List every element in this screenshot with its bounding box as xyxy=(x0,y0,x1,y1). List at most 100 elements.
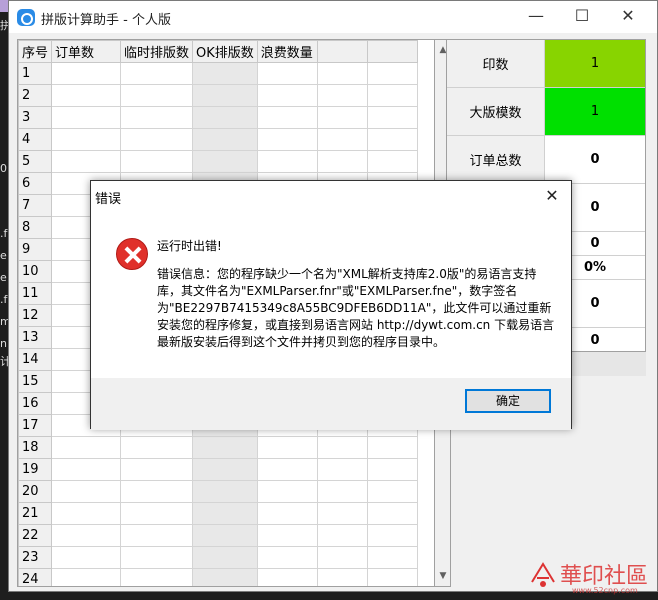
table-cell[interactable] xyxy=(51,150,122,173)
table-cell[interactable] xyxy=(120,524,194,547)
minimize-button[interactable]: — xyxy=(513,1,559,33)
table-cell[interactable] xyxy=(366,84,418,107)
table-row[interactable]: 2 xyxy=(18,84,418,107)
scroll-down-arrow-icon[interactable]: ▼ xyxy=(435,568,451,584)
maximize-button[interactable]: ☐ xyxy=(559,1,605,33)
table-row[interactable]: 1 xyxy=(18,62,418,85)
table-cell[interactable] xyxy=(51,568,122,586)
table-cell[interactable] xyxy=(256,524,318,547)
table-cell[interactable] xyxy=(256,568,318,586)
table-row[interactable]: 24 xyxy=(18,568,418,586)
table-cell[interactable] xyxy=(366,546,418,569)
table-cell[interactable] xyxy=(51,524,122,547)
table-cell[interactable] xyxy=(366,458,418,481)
table-cell[interactable] xyxy=(120,128,194,151)
table-cell[interactable] xyxy=(51,128,122,151)
ok-button[interactable]: 确定 xyxy=(465,389,551,413)
table-cell[interactable] xyxy=(316,458,368,481)
table-cell[interactable] xyxy=(120,436,194,459)
column-header-temp-layout[interactable]: 临时排版数 xyxy=(120,40,194,63)
column-header-empty[interactable] xyxy=(316,40,368,63)
table-cell[interactable] xyxy=(120,62,194,85)
table-cell[interactable] xyxy=(366,480,418,503)
table-cell[interactable] xyxy=(316,480,368,503)
table-cell[interactable] xyxy=(192,568,258,586)
table-cell[interactable] xyxy=(366,62,418,85)
table-cell[interactable] xyxy=(316,150,368,173)
table-cell[interactable] xyxy=(366,150,418,173)
table-cell[interactable] xyxy=(316,436,368,459)
table-cell[interactable] xyxy=(256,436,318,459)
table-cell[interactable] xyxy=(316,128,368,151)
table-row[interactable]: 23 xyxy=(18,546,418,569)
table-cell[interactable] xyxy=(256,480,318,503)
column-header-waste[interactable]: 浪费数量 xyxy=(256,40,318,63)
table-cell[interactable] xyxy=(256,150,318,173)
table-cell[interactable] xyxy=(192,546,258,569)
table-cell[interactable] xyxy=(51,106,122,129)
table-cell[interactable] xyxy=(256,128,318,151)
table-cell[interactable] xyxy=(256,106,318,129)
table-cell[interactable] xyxy=(51,546,122,569)
table-row[interactable]: 20 xyxy=(18,480,418,503)
table-cell[interactable] xyxy=(192,458,258,481)
table-cell[interactable] xyxy=(120,502,194,525)
table-cell[interactable] xyxy=(192,128,258,151)
table-row[interactable]: 4 xyxy=(18,128,418,151)
table-cell[interactable] xyxy=(51,62,122,85)
column-header-index[interactable]: 序号 xyxy=(18,40,53,63)
stat-value-print-count[interactable]: 1 xyxy=(545,40,645,87)
title-bar[interactable]: 拼版计算助手 - 个人版 — ☐ ✕ xyxy=(9,1,657,33)
table-cell[interactable] xyxy=(192,84,258,107)
table-cell[interactable] xyxy=(51,436,122,459)
table-row[interactable]: 19 xyxy=(18,458,418,481)
table-cell[interactable] xyxy=(120,546,194,569)
table-cell[interactable] xyxy=(51,458,122,481)
column-header-ok-layout[interactable]: OK排版数 xyxy=(192,40,258,63)
close-button[interactable]: ✕ xyxy=(605,1,651,33)
table-row[interactable]: 5 xyxy=(18,150,418,173)
table-cell[interactable] xyxy=(366,502,418,525)
table-cell[interactable] xyxy=(51,84,122,107)
table-row[interactable]: 18 xyxy=(18,436,418,459)
table-cell[interactable] xyxy=(256,62,318,85)
table-cell[interactable] xyxy=(256,502,318,525)
table-cell[interactable] xyxy=(256,546,318,569)
stat-value-sheet-count[interactable]: 1 xyxy=(545,88,645,135)
table-cell[interactable] xyxy=(120,150,194,173)
table-cell[interactable] xyxy=(316,84,368,107)
table-cell[interactable] xyxy=(120,480,194,503)
table-cell[interactable] xyxy=(256,458,318,481)
column-header-empty[interactable] xyxy=(366,40,418,63)
table-cell[interactable] xyxy=(316,524,368,547)
table-cell[interactable] xyxy=(51,480,122,503)
table-row[interactable]: 3 xyxy=(18,106,418,129)
table-cell[interactable] xyxy=(192,62,258,85)
table-cell[interactable] xyxy=(366,568,418,586)
table-cell[interactable] xyxy=(120,84,194,107)
table-cell[interactable] xyxy=(316,546,368,569)
table-cell[interactable] xyxy=(366,524,418,547)
column-header-order-count[interactable]: 订单数 xyxy=(51,40,122,63)
dialog-title-bar[interactable]: 错误 ✕ xyxy=(91,181,571,211)
table-cell[interactable] xyxy=(192,150,258,173)
table-cell[interactable] xyxy=(120,106,194,129)
table-cell[interactable] xyxy=(316,502,368,525)
table-cell[interactable] xyxy=(366,128,418,151)
table-row[interactable]: 22 xyxy=(18,524,418,547)
table-cell[interactable] xyxy=(316,568,368,586)
table-cell[interactable] xyxy=(120,458,194,481)
table-cell[interactable] xyxy=(256,84,318,107)
table-row[interactable]: 21 xyxy=(18,502,418,525)
dialog-close-icon[interactable]: ✕ xyxy=(541,185,563,207)
table-cell[interactable] xyxy=(192,480,258,503)
table-cell[interactable] xyxy=(316,62,368,85)
table-cell[interactable] xyxy=(192,524,258,547)
table-cell[interactable] xyxy=(366,436,418,459)
table-cell[interactable] xyxy=(316,106,368,129)
table-cell[interactable] xyxy=(192,436,258,459)
table-cell[interactable] xyxy=(51,502,122,525)
table-cell[interactable] xyxy=(120,568,194,586)
table-cell[interactable] xyxy=(192,502,258,525)
table-cell[interactable] xyxy=(192,106,258,129)
